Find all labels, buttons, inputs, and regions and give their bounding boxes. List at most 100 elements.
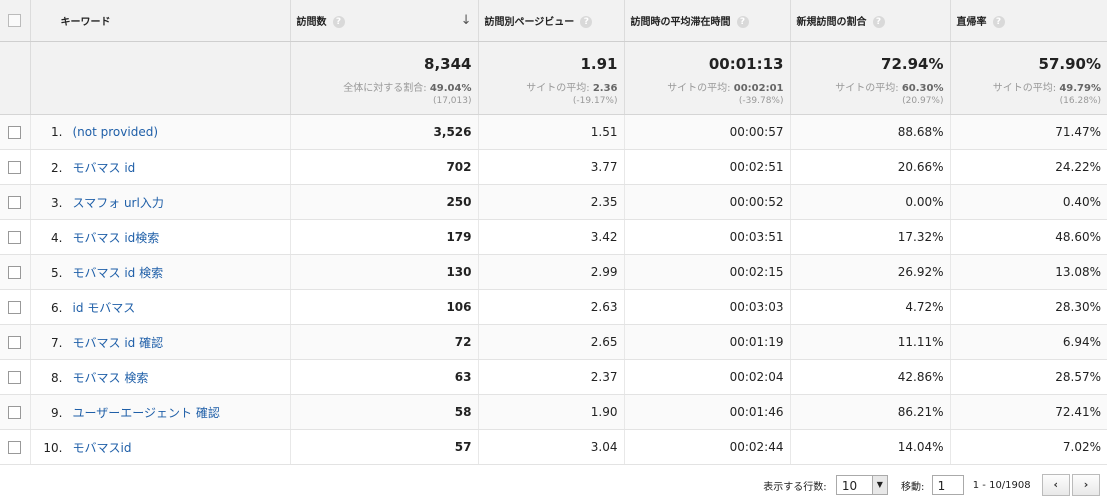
rows-per-page-value: 10 bbox=[841, 479, 858, 493]
table-header-row: キーワード 訪問数? ↓ 訪問別ページビュー? 訪問時の平均滞在時間? 新規訪問… bbox=[0, 0, 1107, 42]
table-row: 1. (not provided) 3,526 1.51 00:00:57 88.68% 7… bbox=[0, 114, 1107, 150]
header-visits[interactable]: 訪問数? ↓ bbox=[289, 0, 478, 42]
keyword-report-table: キーワード 訪問数? ↓ 訪問別ページビュー? 訪問時の平均滞在時間? 新規訪問… bbox=[0, 0, 1107, 465]
row-checkbox[interactable] bbox=[8, 371, 22, 384]
keyword-link[interactable]: id モバマス bbox=[73, 301, 136, 315]
total-bounce-sub-label: サイトの平均: bbox=[992, 83, 1057, 94]
row-checkbox-cell bbox=[0, 429, 30, 465]
new-visits-cell: 86.21% bbox=[789, 394, 950, 430]
table-row: 5. モバマス id 検索 130 2.99 00:02:15 26.92% 13.08% bbox=[0, 254, 1107, 290]
total-visits-sub-label: 全体に対する割合: bbox=[343, 83, 427, 94]
bounce-rate-cell: 0.40% bbox=[949, 184, 1107, 220]
header-avg-duration[interactable]: 訪問時の平均滞在時間? bbox=[623, 0, 790, 42]
keyword-link[interactable]: (not provided) bbox=[73, 125, 159, 139]
header-bounce-label: 直帰率 bbox=[956, 17, 987, 28]
new-visits-cell: 88.68% bbox=[789, 114, 950, 150]
row-checkbox[interactable] bbox=[8, 266, 22, 279]
help-icon[interactable]: ? bbox=[580, 16, 593, 28]
pages-per-visit-cell: 3.42 bbox=[477, 219, 624, 255]
row-checkbox[interactable] bbox=[8, 126, 22, 139]
rows-per-page-select[interactable]: 10 ▼ bbox=[835, 475, 888, 495]
pages-per-visit-cell: 3.77 bbox=[477, 149, 624, 185]
total-bounce-sub-value: 49.79% bbox=[1059, 83, 1101, 94]
keyword-link[interactable]: モバマス id 確認 bbox=[73, 336, 164, 350]
row-rank: 6. bbox=[51, 300, 63, 315]
help-icon[interactable]: ? bbox=[872, 16, 885, 28]
row-checkbox[interactable] bbox=[8, 231, 22, 244]
keyword-link[interactable]: モバマス id検索 bbox=[73, 231, 160, 245]
header-new-visits[interactable]: 新規訪問の割合? bbox=[789, 0, 950, 42]
visits-cell: 63 bbox=[289, 359, 478, 395]
total-ppv: 1.91 bbox=[580, 55, 618, 73]
bounce-rate-cell: 72.41% bbox=[949, 394, 1107, 430]
pages-per-visit-cell: 2.65 bbox=[477, 324, 624, 360]
table-row: 7. モバマス id 確認 72 2.65 00:01:19 11.11% 6.94% bbox=[0, 324, 1107, 360]
total-duration-sub-value: 00:02:01 bbox=[733, 83, 784, 94]
total-ppv-sub-label: サイトの平均: bbox=[526, 83, 590, 94]
table-row: 9. ユーザーエージェント 確認 58 1.90 00:01:46 86.21% 72.41… bbox=[0, 394, 1107, 430]
totals-row: 8,344 全体に対する割合: 49.04% (17,013) 1.91 サイト… bbox=[0, 41, 1107, 115]
keyword-cell: 9. ユーザーエージェント 確認 bbox=[29, 394, 290, 430]
row-checkbox[interactable] bbox=[8, 196, 22, 209]
header-visits-label: 訪問数 bbox=[296, 17, 327, 28]
header-keyword[interactable]: キーワード bbox=[29, 0, 290, 42]
keyword-cell: 7. モバマス id 確認 bbox=[29, 324, 290, 360]
total-visits: 8,344 bbox=[424, 55, 472, 73]
visits-cell: 106 bbox=[289, 289, 478, 325]
total-new-diff: (20.97%) bbox=[902, 96, 944, 106]
total-ppv-diff: (-19.17%) bbox=[572, 96, 618, 106]
pages-per-visit-cell: 2.35 bbox=[477, 184, 624, 220]
bounce-rate-cell: 28.30% bbox=[949, 289, 1107, 325]
pages-per-visit-cell: 1.90 bbox=[477, 394, 624, 430]
keyword-link[interactable]: ユーザーエージェント 確認 bbox=[73, 406, 220, 420]
header-bounce-rate[interactable]: 直帰率? bbox=[949, 0, 1107, 42]
row-checkbox[interactable] bbox=[8, 406, 22, 419]
header-pages-per-visit[interactable]: 訪問別ページビュー? bbox=[477, 0, 624, 42]
next-page-button[interactable]: › bbox=[1072, 474, 1100, 496]
goto-page-input[interactable]: 1 bbox=[931, 475, 964, 495]
pages-per-visit-cell: 1.51 bbox=[477, 114, 624, 150]
table-row: 8. モバマス 検索 63 2.37 00:02:04 42.86% 28.57% bbox=[0, 359, 1107, 395]
row-checkbox[interactable] bbox=[8, 336, 22, 349]
goto-label: 移動: bbox=[901, 481, 925, 493]
avg-duration-cell: 00:03:51 bbox=[623, 219, 790, 255]
header-keyword-label: キーワード bbox=[60, 17, 111, 28]
total-duration: 00:01:13 bbox=[708, 55, 784, 73]
avg-duration-cell: 00:01:46 bbox=[623, 394, 790, 430]
keyword-link[interactable]: モバマスid bbox=[73, 441, 132, 455]
visits-cell: 250 bbox=[289, 184, 478, 220]
new-visits-cell: 0.00% bbox=[789, 184, 950, 220]
row-checkbox[interactable] bbox=[8, 301, 22, 314]
keyword-link[interactable]: モバマス 検索 bbox=[73, 371, 149, 385]
bounce-rate-cell: 28.57% bbox=[949, 359, 1107, 395]
table-row: 3. スマフォ url入力 250 2.35 00:00:52 0.00% 0.40% bbox=[0, 184, 1107, 220]
row-checkbox[interactable] bbox=[8, 441, 22, 454]
keyword-link[interactable]: モバマス id bbox=[73, 161, 136, 175]
new-visits-cell: 17.32% bbox=[789, 219, 950, 255]
row-rank: 4. bbox=[51, 230, 63, 245]
row-rank: 9. bbox=[51, 405, 63, 420]
total-ppv-sub-value: 2.36 bbox=[592, 83, 618, 94]
keyword-link[interactable]: モバマス id 検索 bbox=[73, 266, 164, 280]
row-checkbox-cell bbox=[0, 359, 30, 395]
new-visits-cell: 14.04% bbox=[789, 429, 950, 465]
help-icon[interactable]: ? bbox=[332, 16, 345, 28]
row-checkbox-cell bbox=[0, 114, 30, 150]
keyword-link[interactable]: スマフォ url入力 bbox=[73, 196, 164, 210]
avg-duration-cell: 00:01:19 bbox=[623, 324, 790, 360]
total-duration-sub-label: サイトの平均: bbox=[667, 83, 731, 94]
select-all-checkbox[interactable] bbox=[8, 14, 22, 27]
header-ppv-label: 訪問別ページビュー bbox=[484, 17, 575, 28]
keyword-cell: 3. スマフォ url入力 bbox=[29, 184, 290, 220]
new-visits-cell: 4.72% bbox=[789, 289, 950, 325]
prev-page-button[interactable]: ‹ bbox=[1041, 474, 1070, 496]
total-duration-cell: 00:01:13 サイトの平均: 00:02:01 (-39.78%) bbox=[623, 41, 790, 115]
row-checkbox[interactable] bbox=[8, 161, 22, 174]
visits-cell: 57 bbox=[289, 429, 478, 465]
bounce-rate-cell: 7.02% bbox=[949, 429, 1107, 465]
row-rank: 3. bbox=[51, 195, 63, 210]
help-icon[interactable]: ? bbox=[992, 16, 1005, 28]
chevron-left-icon: ‹ bbox=[1053, 478, 1059, 491]
bounce-rate-cell: 48.60% bbox=[949, 219, 1107, 255]
help-icon[interactable]: ? bbox=[736, 16, 749, 28]
